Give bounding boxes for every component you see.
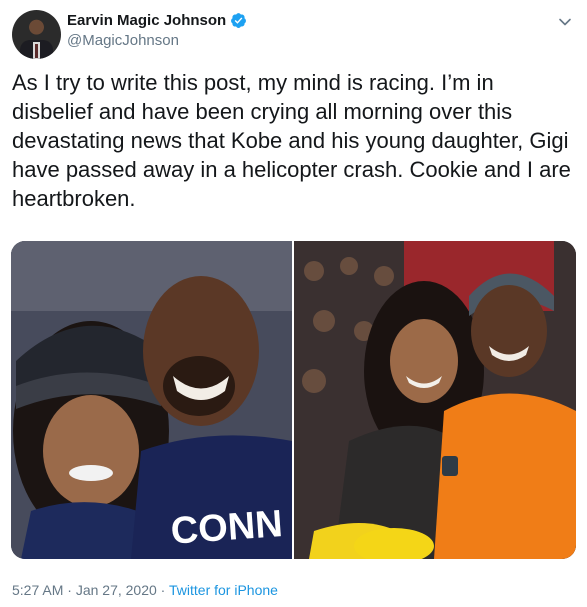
author-display-name[interactable]: Earvin Magic Johnson [67,12,226,29]
shirt-text: CONN [169,503,284,553]
meta-separator: · [63,582,76,598]
tweet-date[interactable]: Jan 27, 2020 [76,582,157,598]
tweet-time[interactable]: 5:27 AM [12,582,63,598]
author-name-row[interactable]: Earvin Magic Johnson [67,12,247,29]
tweet-source-link[interactable]: Twitter for iPhone [169,582,278,598]
photo-right-illustration [294,241,576,559]
photo-left-illustration: CONN [11,241,292,559]
photo-left[interactable]: CONN [11,241,292,559]
author-block: Earvin Magic Johnson @MagicJohnson [67,12,247,49]
tweet-media[interactable]: CONN [11,241,576,559]
verified-badge-icon [231,13,247,28]
avatar-tie [35,44,38,58]
author-handle[interactable]: @MagicJohnson [67,32,247,49]
chevron-down-icon[interactable] [557,14,573,30]
tweet-meta: 5:27 AM · Jan 27, 2020 · Twitter for iPh… [12,582,278,598]
author-avatar[interactable] [12,10,61,59]
tweet-text: As I try to write this post, my mind is … [12,70,571,211]
meta-separator-2: · [156,582,169,598]
photo-right[interactable] [294,241,576,559]
tweet-card: Earvin Magic Johnson @MagicJohnson As I … [0,0,587,607]
